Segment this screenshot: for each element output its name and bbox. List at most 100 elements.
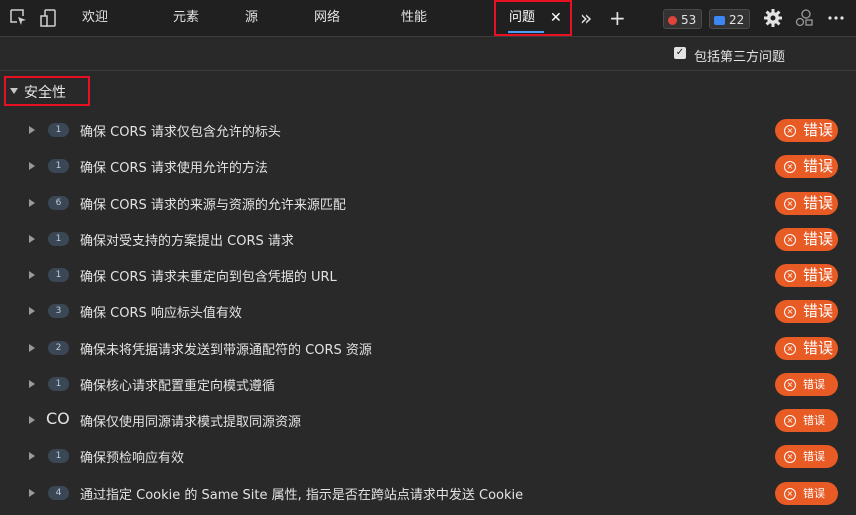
tab-network[interactable]: 网络	[314, 0, 340, 36]
issue-count-badge: 6	[48, 196, 69, 210]
issue-row[interactable]: 1 确保核心请求配置重定向模式遵循 × 错误	[0, 366, 856, 402]
severity-label: 错误	[803, 378, 825, 391]
severity-error-pill: × 错误	[775, 409, 838, 432]
expand-arrow-icon[interactable]	[29, 126, 35, 134]
expand-arrow-icon[interactable]	[29, 452, 35, 460]
error-circle-icon: ×	[784, 306, 796, 318]
tab-performance[interactable]: 性能	[401, 0, 427, 36]
close-icon[interactable]: ✕	[550, 0, 562, 36]
error-circle-icon: ×	[784, 451, 796, 463]
issue-row[interactable]: CO 确保仅使用同源请求模式提取同源资源 × 错误	[0, 402, 856, 438]
severity-error-pill: × 错误	[775, 264, 838, 287]
error-icon	[668, 16, 677, 25]
more-menu-icon[interactable]	[826, 8, 846, 28]
issue-count-badge: 1	[48, 159, 69, 173]
error-circle-icon: ×	[784, 343, 796, 355]
error-circle-icon: ×	[784, 379, 796, 391]
error-count-badge[interactable]: 53	[663, 9, 703, 29]
expand-arrow-icon[interactable]	[29, 416, 35, 424]
error-circle-icon: ×	[784, 488, 796, 500]
expand-arrow-icon[interactable]	[29, 162, 35, 170]
issue-row[interactable]: 3 确保 CORS 响应标头值有效 × 错误	[0, 293, 856, 329]
severity-label: 错误	[803, 121, 834, 139]
expand-arrow-icon[interactable]	[29, 489, 35, 497]
issue-row[interactable]: 1 确保对受支持的方案提出 CORS 请求 × 错误	[0, 221, 856, 257]
issue-row[interactable]: 1 确保预检响应有效 × 错误	[0, 438, 856, 474]
severity-label: 错误	[803, 339, 834, 357]
customize-icon[interactable]	[794, 8, 814, 28]
severity-label: 错误	[803, 266, 834, 284]
issue-row[interactable]: 1 确保 CORS 请求仅包含允许的标头 × 错误	[0, 112, 856, 148]
severity-error-pill: × 错误	[775, 228, 838, 251]
expand-arrow-icon[interactable]	[29, 380, 35, 388]
section-security[interactable]: 安全性	[4, 76, 90, 106]
severity-error-pill: × 错误	[775, 337, 838, 360]
issue-title: 通过指定 Cookie 的 Same Site 属性, 指示是否在跨站点请求中发…	[80, 488, 524, 503]
tab-elements[interactable]: 元素	[173, 0, 199, 36]
message-icon	[714, 16, 725, 25]
issue-row[interactable]: 1 确保 CORS 请求未重定向到包含凭据的 URL × 错误	[0, 257, 856, 293]
issue-row[interactable]: 2 确保未将凭据请求发送到带源通配符的 CORS 资源 × 错误	[0, 330, 856, 366]
expand-triangle-icon	[10, 88, 18, 94]
issue-count-badge: CO	[46, 409, 70, 428]
section-title: 安全性	[24, 85, 66, 101]
more-tabs-icon[interactable]: »	[580, 0, 592, 36]
expand-arrow-icon[interactable]	[29, 235, 35, 243]
severity-label: 错误	[803, 414, 825, 427]
tab-sources[interactable]: 源	[245, 0, 258, 36]
message-count-badge[interactable]: 22	[709, 9, 751, 29]
issue-row[interactable]: 6 确保 CORS 请求的来源与资源的允许来源匹配 × 错误	[0, 185, 856, 221]
severity-label: 错误	[803, 487, 825, 500]
issue-title: 确保 CORS 请求的来源与资源的允许来源匹配	[80, 198, 346, 213]
tab-issues[interactable]: 问题 ✕	[494, 0, 572, 36]
expand-arrow-icon[interactable]	[29, 199, 35, 207]
severity-error-pill: × 错误	[775, 192, 838, 215]
severity-error-pill: × 错误	[775, 445, 838, 468]
error-circle-icon: ×	[784, 415, 796, 427]
issue-title: 确保 CORS 响应标头值有效	[80, 306, 242, 321]
issue-count-badge: 1	[48, 123, 69, 137]
severity-error-pill: × 错误	[775, 482, 838, 505]
severity-label: 错误	[803, 194, 834, 212]
severity-label: 错误	[803, 450, 825, 463]
expand-arrow-icon[interactable]	[29, 271, 35, 279]
issues-filter-bar: ✓ 包括第三方问题	[0, 37, 856, 71]
error-circle-icon: ×	[784, 161, 796, 173]
third-party-checkbox[interactable]: ✓	[674, 47, 686, 59]
expand-arrow-icon[interactable]	[29, 344, 35, 352]
issue-count-badge: 2	[48, 341, 69, 355]
issue-count-badge: 3	[48, 304, 69, 318]
issue-count-badge: 1	[48, 449, 69, 463]
error-circle-icon: ×	[784, 125, 796, 137]
error-circle-icon: ×	[784, 234, 796, 246]
issue-title: 确保仅使用同源请求模式提取同源资源	[80, 415, 302, 430]
settings-icon[interactable]	[763, 8, 783, 28]
tab-welcome[interactable]: 欢迎	[82, 0, 108, 36]
severity-error-pill: × 错误	[775, 300, 838, 323]
error-circle-icon: ×	[784, 270, 796, 282]
inspect-icon[interactable]	[9, 8, 29, 28]
device-toolbar-icon[interactable]	[39, 8, 59, 28]
issue-count-badge: 1	[48, 232, 69, 246]
issue-count-badge: 1	[48, 377, 69, 391]
message-count: 22	[729, 13, 745, 27]
issue-title: 确保对受支持的方案提出 CORS 请求	[80, 234, 294, 249]
error-count: 53	[681, 13, 697, 27]
issue-count-badge: 1	[48, 268, 69, 282]
severity-label: 错误	[803, 157, 834, 175]
devtools-toolbar: 欢迎 元素 源 网络 性能 问题 ✕ » + 53 22	[0, 0, 856, 37]
severity-error-pill: × 错误	[775, 373, 838, 396]
issue-title: 确保预检响应有效	[80, 451, 185, 466]
issue-row[interactable]: 4 通过指定 Cookie 的 Same Site 属性, 指示是否在跨站点请求中…	[0, 475, 856, 511]
third-party-label[interactable]: 包括第三方问题	[694, 46, 785, 65]
severity-label: 错误	[803, 230, 834, 248]
issue-title: 确保 CORS 请求未重定向到包含凭据的 URL	[80, 270, 337, 285]
issue-title: 确保核心请求配置重定向模式遵循	[80, 379, 276, 394]
error-circle-icon: ×	[784, 198, 796, 210]
active-tab-indicator	[508, 31, 544, 33]
expand-arrow-icon[interactable]	[29, 307, 35, 315]
issue-row[interactable]: 1 确保 CORS 请求使用允许的方法 × 错误	[0, 148, 856, 184]
severity-error-pill: × 错误	[775, 155, 838, 178]
add-tab-icon[interactable]: +	[609, 0, 626, 36]
issue-count-badge: 4	[48, 486, 69, 500]
